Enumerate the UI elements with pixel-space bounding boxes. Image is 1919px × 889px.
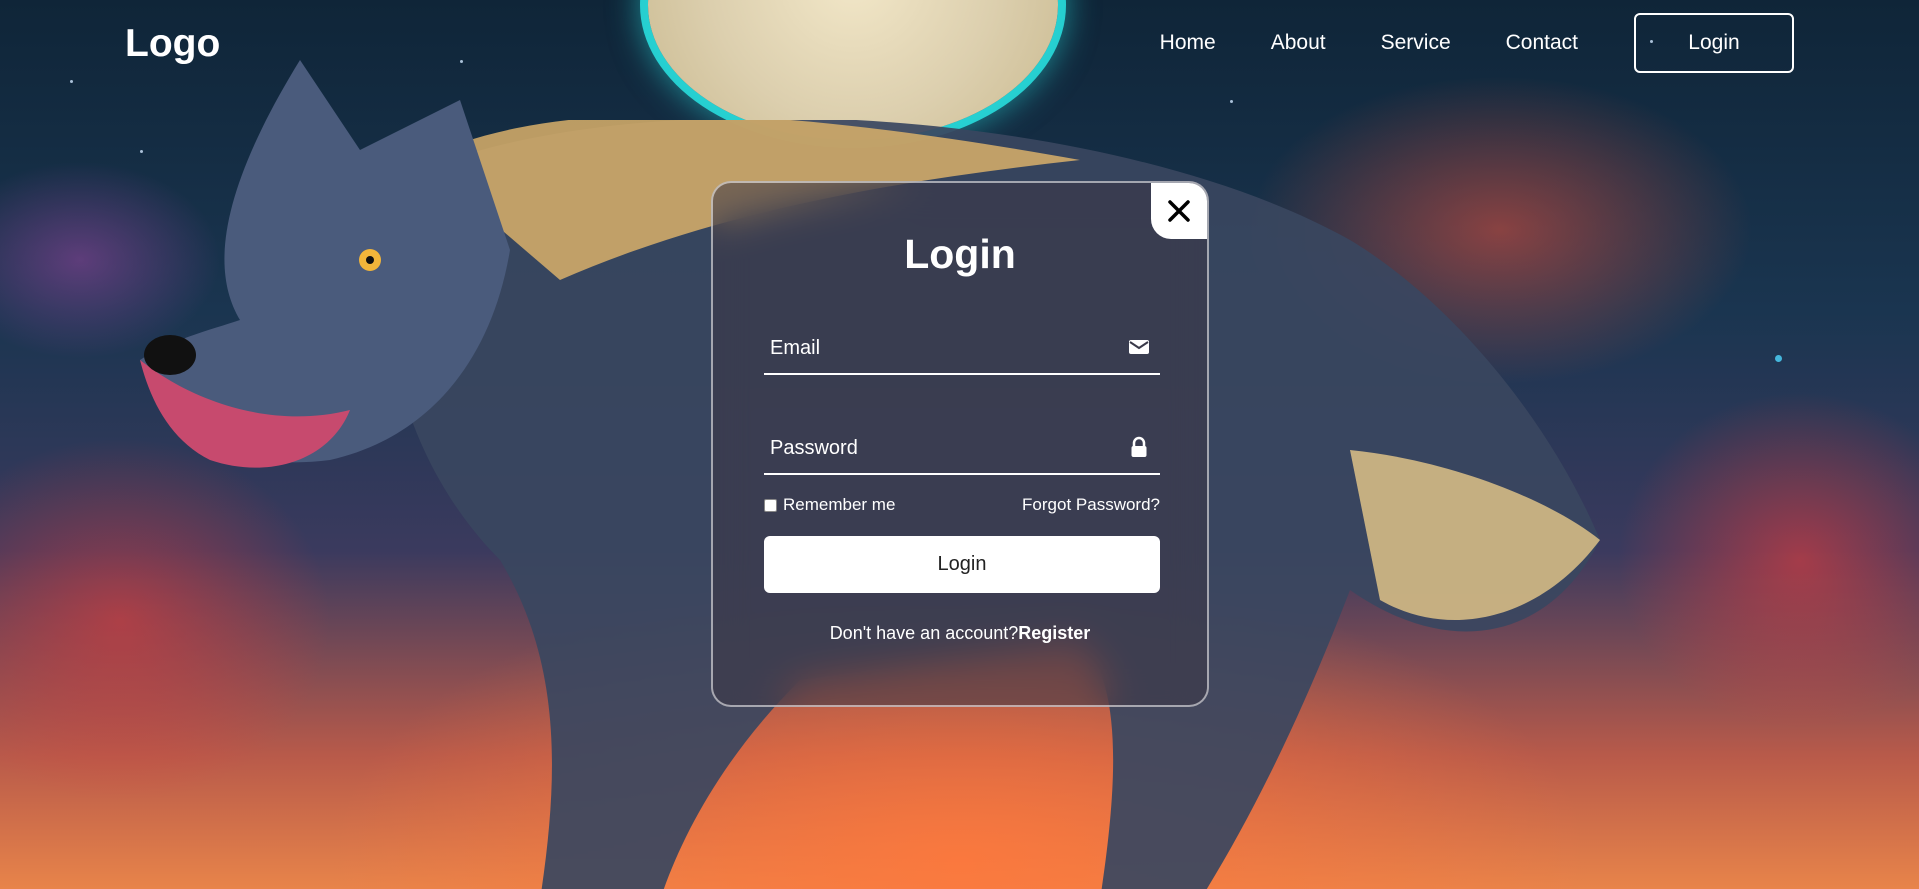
password-field[interactable] (764, 423, 1112, 473)
close-icon (1168, 200, 1190, 222)
password-field-wrapper (764, 423, 1160, 475)
nav-login-button[interactable]: Login (1634, 13, 1794, 73)
register-row: Don't have an account?Register (713, 623, 1207, 644)
mail-icon (1129, 340, 1149, 354)
nav-link-service[interactable]: Service (1381, 31, 1451, 55)
lock-icon (1131, 436, 1147, 457)
forgot-password-link[interactable]: Forgot Password? (1022, 495, 1160, 515)
remember-label: Remember me (783, 495, 896, 514)
remember-me[interactable]: Remember me (764, 495, 895, 515)
remember-checkbox[interactable] (764, 498, 777, 512)
logo[interactable]: Logo (125, 22, 220, 66)
register-link[interactable]: Register (1018, 623, 1090, 643)
nav-link-contact[interactable]: Contact (1506, 31, 1578, 55)
login-modal: Login Remember me Forgot Password? Login… (711, 181, 1209, 707)
register-prompt: Don't have an account? (829, 623, 1019, 643)
remember-row: Remember me Forgot Password? (764, 495, 1160, 515)
nav-link-home[interactable]: Home (1160, 31, 1216, 55)
login-submit-button[interactable]: Login (764, 536, 1160, 593)
navbar: Logo Home About Service Contact Login (0, 0, 1919, 88)
nav-link-about[interactable]: About (1271, 31, 1326, 55)
email-field-wrapper (764, 323, 1160, 375)
email-field[interactable] (764, 323, 1112, 373)
modal-title: Login (904, 231, 1016, 277)
wolf-head (140, 60, 510, 468)
nav-links: Home About Service Contact Login (1105, 13, 1794, 73)
